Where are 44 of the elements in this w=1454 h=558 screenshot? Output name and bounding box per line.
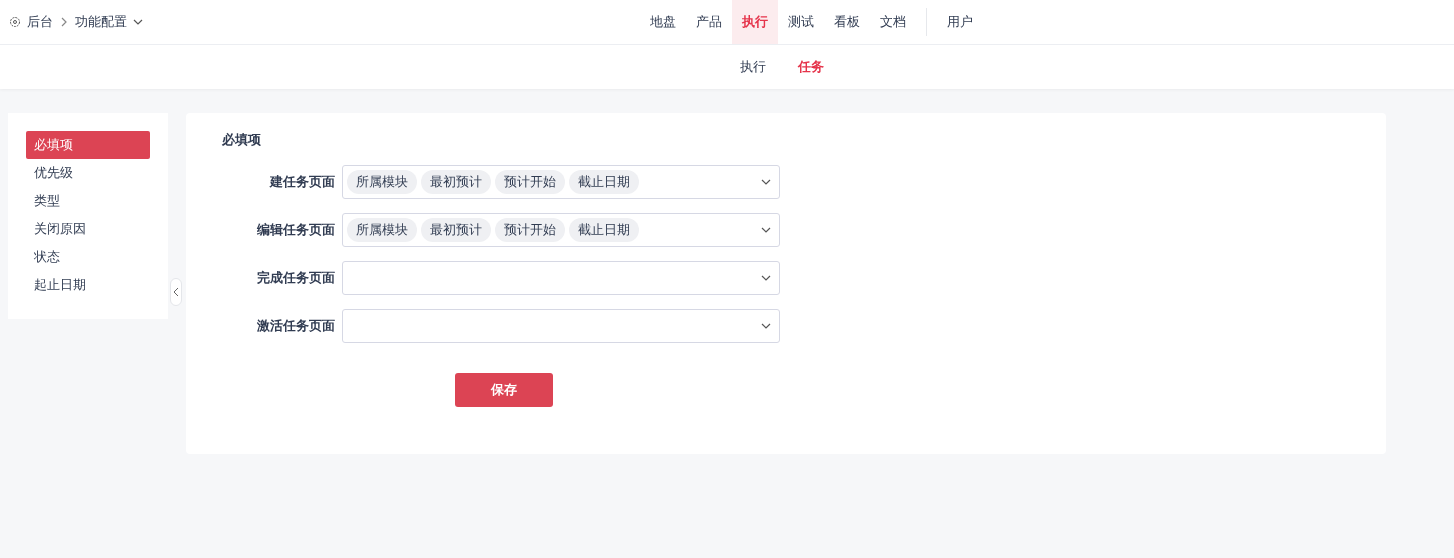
sidebar-item[interactable]: 状态 [26,243,150,271]
field-label: 编辑任务页面 [256,221,336,239]
nav-tab[interactable]: 测试 [778,0,824,44]
nav-tab[interactable]: 看板 [824,0,870,44]
nav-tab[interactable]: 文档 [870,0,916,44]
chevron-right-icon [59,17,69,27]
nav-tab[interactable]: 地盘 [640,0,686,44]
sidebar-item[interactable]: 必填项 [26,131,150,159]
chevron-down-icon [761,321,771,331]
multi-select-field[interactable]: 所属模块 最初预计 预计开始 截止日期 [342,165,780,199]
sidebar-item[interactable]: 优先级 [26,159,150,187]
subnav-tab[interactable]: 执行 [740,58,766,76]
subnav-tab[interactable]: 任务 [798,58,824,76]
selected-tag: 所属模块 [347,218,417,242]
multi-select-field[interactable] [342,309,780,343]
selected-tag: 最初预计 [421,218,491,242]
sidebar-item[interactable]: 关闭原因 [26,215,150,243]
breadcrumb-home[interactable]: 后台 [27,13,53,31]
nav-tab[interactable]: 执行 [732,0,778,44]
field-label: 建任务页面 [268,173,336,191]
chevron-down-icon [761,177,771,187]
selected-tag: 预计开始 [495,170,565,194]
selected-tag: 所属模块 [347,170,417,194]
collapse-button[interactable] [170,278,182,306]
selected-tag: 最初预计 [421,170,491,194]
selected-tag: 截止日期 [569,218,639,242]
multi-select-field[interactable] [342,261,780,295]
selected-tag: 预计开始 [495,218,565,242]
field-label: 完成任务页面 [256,269,336,287]
sidebar-item[interactable]: 起止日期 [26,271,150,299]
sidebar-item[interactable]: 类型 [26,187,150,215]
nav-tab[interactable]: 产品 [686,0,732,44]
breadcrumb-current[interactable]: 功能配置 [75,13,127,31]
selected-tag: 截止日期 [569,170,639,194]
chevron-left-icon [173,287,179,297]
chevron-down-icon [761,225,771,235]
nav-tab[interactable]: 用户 [937,0,983,44]
save-button[interactable]: 保存 [455,373,553,407]
field-label: 激活任务页面 [256,317,336,335]
chevron-down-icon[interactable] [133,17,143,27]
settings-icon [9,16,21,28]
multi-select-field[interactable]: 所属模块 最初预计 预计开始 截止日期 [342,213,780,247]
chevron-down-icon [761,273,771,283]
form-title: 必填项 [222,131,262,149]
